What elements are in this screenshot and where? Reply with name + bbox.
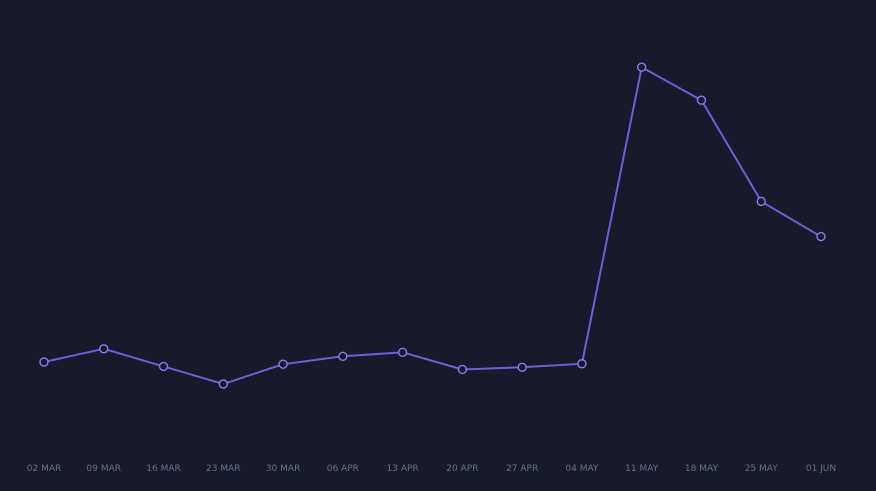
- data-point[interactable]: [39, 357, 49, 367]
- series-group: [43, 66, 822, 385]
- x-tick-label: 09 MAR: [87, 464, 122, 474]
- data-point[interactable]: [756, 196, 766, 207]
- data-point[interactable]: [517, 362, 527, 372]
- x-tick-label: 13 APR: [387, 464, 419, 474]
- x-tick-label: 25 MAY: [745, 464, 779, 474]
- x-tick-label: 06 APR: [327, 464, 359, 474]
- x-tick-label: 01 JUN: [806, 464, 836, 474]
- x-tick-label: 23 MAR: [206, 464, 241, 474]
- data-point[interactable]: [636, 62, 647, 72]
- data-point[interactable]: [158, 361, 169, 372]
- data-point[interactable]: [696, 95, 707, 105]
- x-tick-label: 16 MAR: [146, 464, 181, 474]
- x-tick-label: 30 MAR: [266, 464, 301, 474]
- x-tick-label: 18 MAY: [685, 464, 719, 474]
- line-chart: 02 MAR 09 MAR 16 MAR 23 MAR 30 MAR 06 APR 13 A…: [0, 0, 876, 491]
- data-point[interactable]: [397, 347, 408, 358]
- data-point[interactable]: [577, 359, 587, 369]
- x-tick-label: 04 MAY: [565, 464, 599, 474]
- data-point[interactable]: [278, 359, 288, 369]
- chart-canvas: 02 MAR 09 MAR 16 MAR 23 MAR 30 MAR 06 APR 13 A…: [27, 62, 836, 474]
- x-tick-label: 11 MAY: [625, 464, 659, 474]
- x-tick-label: 02 MAR: [27, 464, 62, 474]
- x-tick-label: 20 APR: [446, 464, 478, 474]
- data-point[interactable]: [99, 344, 109, 354]
- data-point[interactable]: [338, 351, 348, 361]
- x-axis-tick-labels: 02 MAR 09 MAR 16 MAR 23 MAR 30 MAR 06 APR 13 A…: [27, 464, 836, 474]
- data-point[interactable]: [218, 379, 229, 389]
- data-point[interactable]: [457, 364, 468, 375]
- data-point[interactable]: [816, 231, 826, 242]
- series-line: [43, 66, 822, 385]
- x-tick-label: 27 APR: [506, 464, 538, 474]
